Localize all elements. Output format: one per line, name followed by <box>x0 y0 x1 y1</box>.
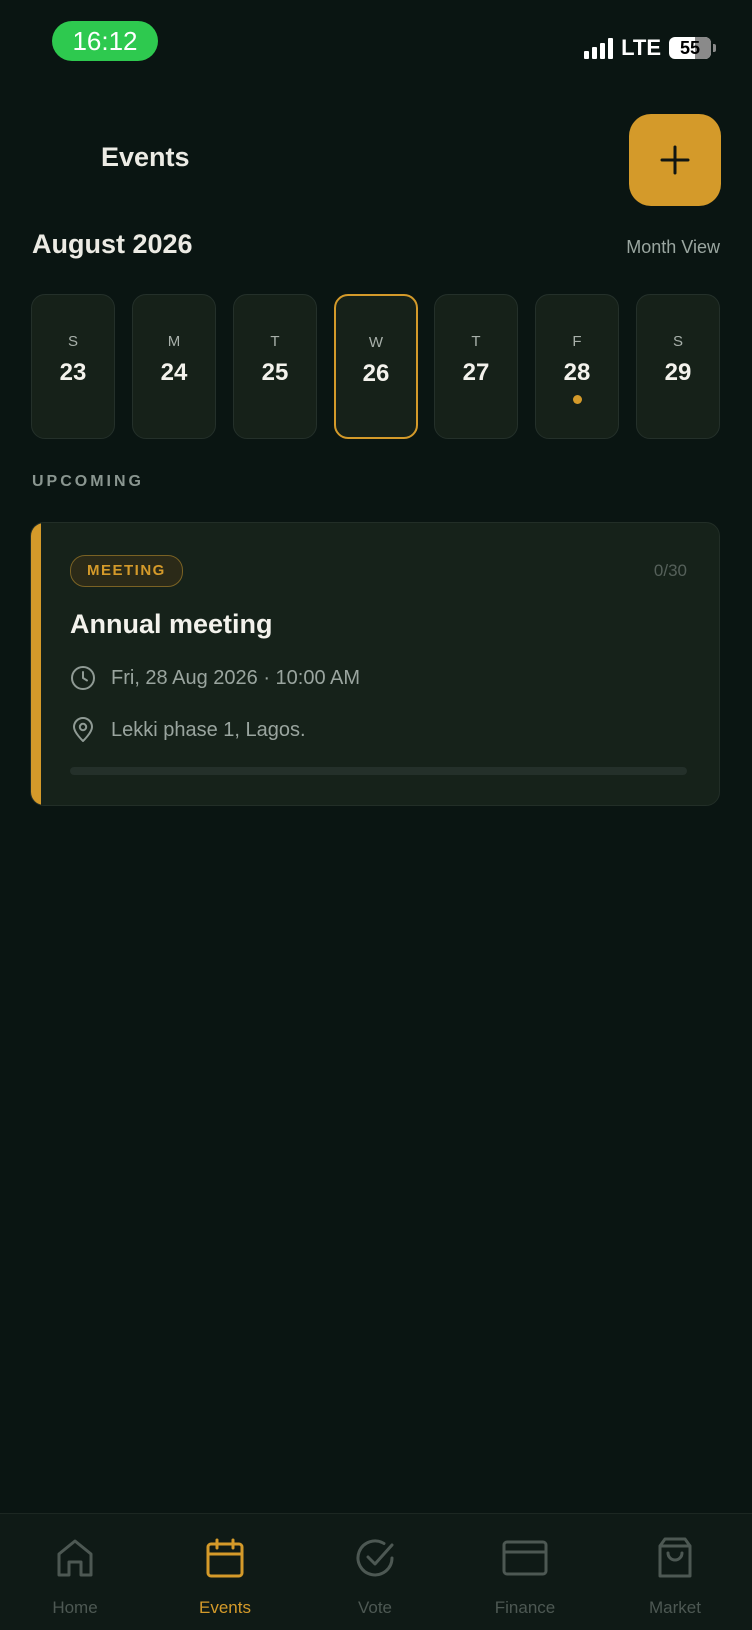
day-letter: S <box>672 333 683 350</box>
event-title: Annual meeting <box>70 609 273 639</box>
tab-finance[interactable]: Finance <box>450 1534 600 1618</box>
day-cell[interactable]: T 25 <box>233 294 317 439</box>
day-number: 26 <box>362 360 390 387</box>
day-letter: S <box>67 333 78 350</box>
tab-home[interactable]: Home <box>0 1534 150 1618</box>
page-title: Events <box>101 142 190 172</box>
status-indicators: LTE 55 <box>584 34 716 62</box>
tab-market[interactable]: Market <box>600 1534 750 1618</box>
event-card[interactable]: MEETING 0/30 Annual meeting Fri, 28 Aug … <box>30 522 720 806</box>
attendance-progress-bar <box>70 767 687 775</box>
event-location: Lekki phase 1, Lagos. <box>111 718 306 741</box>
event-accent-bar <box>31 523 41 805</box>
day-cell[interactable]: S 29 <box>636 294 720 439</box>
check-circle-icon <box>356 1539 394 1577</box>
day-letter: W <box>368 334 384 351</box>
card-icon <box>502 1540 548 1576</box>
tab-events[interactable]: Events <box>150 1534 300 1618</box>
day-cell[interactable]: F 28 <box>535 294 619 439</box>
bag-icon <box>658 1537 692 1578</box>
home-icon <box>57 1539 93 1577</box>
tab-label: Market <box>649 1598 701 1617</box>
event-indicator-dot <box>572 395 582 404</box>
day-cell[interactable]: M 24 <box>132 294 216 439</box>
event-location-row: Lekki phase 1, Lagos. <box>70 717 306 743</box>
clock-icon <box>71 666 95 690</box>
signal-icon <box>584 37 614 59</box>
day-number: 29 <box>664 359 692 386</box>
network-type: LTE <box>621 35 661 60</box>
event-type-badge: MEETING <box>70 555 183 587</box>
battery-level: 55 <box>679 38 701 58</box>
day-number: 23 <box>59 359 87 386</box>
status-time: 16:12 <box>52 21 158 61</box>
bottom-tab-bar: Home Events Vote Finance Market <box>0 1513 752 1630</box>
day-cell[interactable]: S 23 <box>31 294 115 439</box>
month-view-toggle[interactable]: Month View <box>626 237 720 258</box>
battery-icon: 55 <box>669 37 716 59</box>
location-pin-icon <box>73 717 93 742</box>
tab-label: Vote <box>357 1598 393 1617</box>
day-number: 28 <box>563 359 591 386</box>
add-event-button[interactable] <box>629 114 721 206</box>
tab-label: Home <box>52 1598 98 1617</box>
day-cell[interactable]: T 27 <box>434 294 518 439</box>
tab-label: Events <box>199 1598 251 1617</box>
section-label: UPCOMING <box>32 473 144 490</box>
month-title: August 2026 <box>32 229 193 259</box>
day-number: 25 <box>261 359 289 386</box>
day-letter: M <box>167 333 181 350</box>
event-datetime-row: Fri, 28 Aug 2026 · 10:00 AM <box>70 665 360 691</box>
calendar-icon <box>206 1538 244 1578</box>
day-cell-selected[interactable]: W 26 <box>334 294 418 439</box>
tab-vote[interactable]: Vote <box>300 1534 450 1618</box>
day-letter: T <box>270 333 280 350</box>
day-number: 24 <box>160 359 188 386</box>
tab-label: Finance <box>494 1598 556 1617</box>
plus-icon <box>660 145 690 175</box>
day-number: 27 <box>462 359 490 386</box>
day-letter: T <box>471 333 481 350</box>
attendee-count: 0/30 <box>653 561 687 580</box>
day-letter: F <box>572 333 582 350</box>
event-datetime: Fri, 28 Aug 2026 · 10:00 AM <box>111 666 361 689</box>
